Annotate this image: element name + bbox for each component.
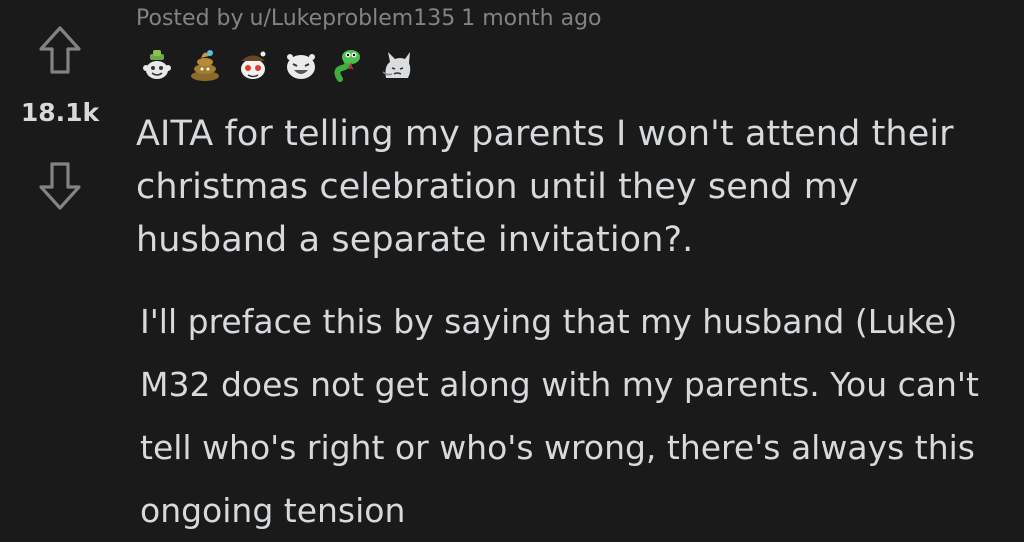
vote-column: 18.1k [0,0,120,535]
post-meta: Posted by u/Lukeproblem135 1 month ago [136,6,602,31]
cat-award-icon[interactable] [380,48,414,82]
post-time: 1 month ago [461,6,602,31]
poop-award-icon[interactable] [188,48,222,82]
author-link[interactable]: u/Lukeproblem135 [250,6,456,31]
post-body: I'll preface this by saying that my husb… [140,302,979,530]
snoo-award-icon[interactable] [236,48,270,82]
posted-by-label: Posted by [136,6,244,31]
downvote-arrow-icon [39,162,81,210]
green-snake-award-icon[interactable] [332,48,366,82]
vote-score: 18.1k [20,98,100,127]
upvote-arrow-icon [39,26,81,74]
laughing-face-award-icon[interactable] [284,48,318,82]
downvote-button[interactable] [36,160,84,212]
upvote-button[interactable] [36,24,84,76]
post-title[interactable]: AITA for telling my parents I won't atte… [136,108,1016,267]
awards-row[interactable] [140,46,414,84]
wholesome-award-icon[interactable] [140,48,174,82]
